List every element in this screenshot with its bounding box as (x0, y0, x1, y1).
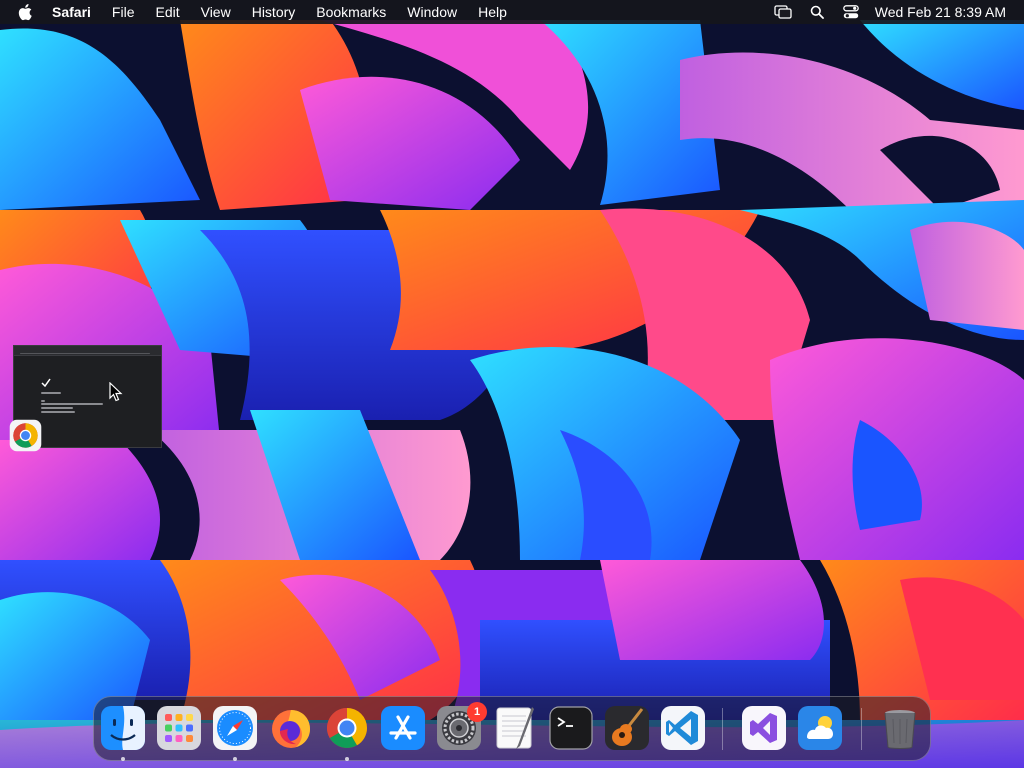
dock-item-trash[interactable] (877, 705, 923, 751)
dock-separator (861, 708, 862, 750)
screen-mirroring-icon[interactable] (773, 4, 793, 20)
vscode-icon (661, 706, 705, 750)
thumbnail-text-line (41, 407, 73, 409)
menu-app-name[interactable]: Safari (52, 0, 91, 24)
weather-icon (798, 706, 842, 750)
menu-window[interactable]: Window (407, 0, 457, 24)
spotlight-search-icon[interactable] (807, 4, 827, 20)
menu-bar-clock[interactable]: Wed Feb 21 8:39 AM (875, 4, 1006, 20)
running-indicator (121, 757, 125, 761)
dock-item-visual-studio[interactable] (741, 705, 787, 751)
app-store-icon (381, 706, 425, 750)
dock-item-terminal[interactable] (548, 705, 594, 751)
dock-item-firefox[interactable] (268, 705, 314, 751)
terminal-icon (549, 706, 593, 750)
menu-history[interactable]: History (252, 0, 296, 24)
menu-bar: Safari File Edit View History Bookmarks … (0, 0, 1024, 24)
dock-item-garageband[interactable] (604, 705, 650, 751)
menu-help[interactable]: Help (478, 0, 507, 24)
thumbnail-text-line (41, 411, 75, 413)
thumbnail-toolbar-line (20, 353, 150, 354)
trash-icon (884, 710, 916, 749)
chrome-icon[interactable] (9, 419, 42, 452)
running-indicator (233, 757, 237, 761)
chrome-icon (327, 708, 367, 748)
dock-item-safari[interactable] (212, 705, 258, 751)
launchpad-icon (157, 706, 201, 750)
menu-edit[interactable]: Edit (155, 0, 179, 24)
dock-item-finder[interactable] (100, 705, 146, 751)
checkmark-icon (41, 378, 51, 387)
textedit-icon (496, 707, 534, 749)
dock-item-vscode[interactable] (660, 705, 706, 751)
control-center-icon[interactable] (841, 4, 861, 20)
safari-icon (213, 706, 257, 750)
thumbnail-text-line (41, 403, 103, 405)
dock-item-chrome[interactable] (324, 705, 370, 751)
visual-studio-icon (742, 706, 786, 750)
thumbnail-title-bar (14, 346, 161, 356)
dock-item-app-store[interactable] (380, 705, 426, 751)
menu-view[interactable]: View (201, 0, 231, 24)
dock-item-launchpad[interactable] (156, 705, 202, 751)
dock-item-weather[interactable] (797, 705, 843, 751)
garageband-icon (605, 706, 649, 750)
finder-icon (101, 706, 145, 750)
dock-separator (722, 708, 723, 750)
notification-badge: 1 (467, 702, 487, 722)
mouse-pointer-icon (109, 382, 123, 402)
thumbnail-text-line (41, 392, 61, 394)
apple-menu-icon[interactable] (18, 3, 34, 21)
dock-item-textedit[interactable] (492, 705, 538, 751)
menu-file[interactable]: File (112, 0, 135, 24)
running-indicator (345, 757, 349, 761)
menu-bookmarks[interactable]: Bookmarks (316, 0, 386, 24)
thumbnail-text-line (41, 400, 45, 402)
firefox-icon (272, 710, 310, 748)
